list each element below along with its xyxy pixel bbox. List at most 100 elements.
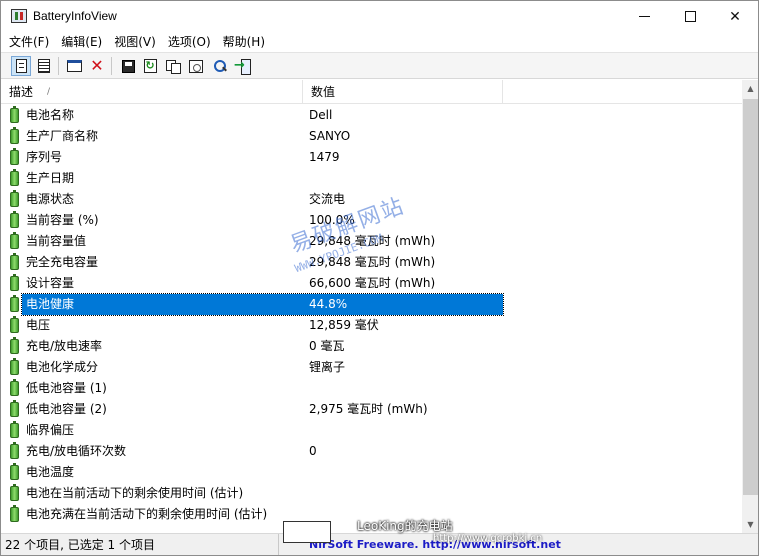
battery-icon xyxy=(10,442,19,459)
row-value: 1479 xyxy=(309,150,340,164)
scroll-down-icon[interactable]: ▼ xyxy=(742,516,758,533)
document-view-button[interactable] xyxy=(11,56,31,76)
battery-icon xyxy=(10,295,19,312)
list-row[interactable]: 电池在当前活动下的剩余使用时间 (估计) xyxy=(1,483,742,504)
battery-icon xyxy=(10,337,19,354)
list-row[interactable]: 电池名称 Dell xyxy=(1,105,742,126)
list-row[interactable]: 完全充电容量 29,848 毫瓦时 (mWh) xyxy=(1,252,742,273)
list-row[interactable]: 低电池容量 (1) xyxy=(1,378,742,399)
row-description: 电池名称 xyxy=(26,108,75,122)
title-bar[interactable]: BatteryInfoView ✕ xyxy=(1,1,758,32)
row-description: 生产日期 xyxy=(26,171,75,185)
row-description: 电池化学成分 xyxy=(26,360,99,374)
list-row[interactable]: 充电/放电速率 0 毫瓦 xyxy=(1,336,742,357)
window-icon xyxy=(66,60,82,72)
close-icon: ✕ xyxy=(729,8,741,25)
scroll-thumb[interactable] xyxy=(743,99,758,495)
list-row[interactable]: 电池健康 44.8% xyxy=(1,293,742,316)
row-value: 44.8% xyxy=(309,297,348,311)
battery-icon xyxy=(10,463,19,480)
list-row[interactable]: 设计容量 66,600 毫瓦时 (mWh) xyxy=(1,273,742,294)
list-row[interactable]: 电池温度 xyxy=(1,462,742,483)
column-header-value[interactable]: 数值 xyxy=(303,80,503,104)
row-description: 生产厂商名称 xyxy=(26,129,99,143)
overlay-watermark-text: LeoKing的充电站 xyxy=(357,519,453,533)
properties-button[interactable] xyxy=(186,56,206,76)
maximize-icon xyxy=(684,11,696,22)
row-value: 12,859 毫伏 xyxy=(309,318,379,332)
list-header: 描述 / 数值 xyxy=(1,80,742,104)
minimize-button[interactable] xyxy=(621,1,667,32)
delete-button[interactable]: ✕ xyxy=(87,56,107,76)
minimize-icon xyxy=(638,16,650,17)
row-value: Dell xyxy=(309,108,333,122)
row-description: 当前容量值 xyxy=(26,234,87,248)
selection-highlight xyxy=(21,293,504,316)
column-header-description[interactable]: 描述 / xyxy=(1,80,303,104)
save-button[interactable] xyxy=(118,56,138,76)
battery-icon xyxy=(10,169,19,186)
battery-icon xyxy=(10,190,19,207)
vertical-scrollbar[interactable]: ▲ ▼ xyxy=(742,80,758,533)
menu-edit[interactable]: 编辑(E) xyxy=(55,32,108,52)
row-description: 电池在当前活动下的剩余使用时间 (估计) xyxy=(26,486,244,500)
refresh-icon: ↻ xyxy=(143,59,157,73)
row-description: 电压 xyxy=(26,318,51,332)
toolbar-separator xyxy=(58,57,59,75)
list-row[interactable]: 序列号 1479 xyxy=(1,147,742,168)
grid-view-icon xyxy=(38,59,50,73)
window-button[interactable] xyxy=(64,56,84,76)
battery-icon xyxy=(10,421,19,438)
find-button[interactable] xyxy=(210,56,230,76)
menu-bar: 文件(F) 编辑(E) 视图(V) 选项(O) 帮助(H) xyxy=(1,32,758,52)
row-description: 完全充电容量 xyxy=(26,255,99,269)
maximize-button[interactable] xyxy=(667,1,713,32)
menu-options[interactable]: 选项(O) xyxy=(162,32,217,52)
column-label-value: 数值 xyxy=(311,85,336,99)
row-value: 66,600 毫瓦时 (mWh) xyxy=(309,276,436,290)
list-row[interactable]: 生产厂商名称 SANYO xyxy=(1,126,742,147)
row-description: 低电池容量 (1) xyxy=(26,381,107,395)
refresh-button[interactable]: ↻ xyxy=(140,56,160,76)
exit-icon xyxy=(234,58,251,75)
row-description: 电池充满在当前活动下的剩余使用时间 (估计) xyxy=(26,507,268,521)
battery-icon xyxy=(10,400,19,417)
row-value: 0 毫瓦 xyxy=(309,339,345,353)
save-icon xyxy=(121,59,135,73)
toolbar-separator xyxy=(111,57,112,75)
app-window: BatteryInfoView ✕ 文件(F) 编辑(E) 视图(V) 选项(O… xyxy=(0,0,759,556)
menu-view[interactable]: 视图(V) xyxy=(108,32,162,52)
list-row[interactable]: 电池化学成分 锂离子 xyxy=(1,357,742,378)
battery-icon xyxy=(10,211,19,228)
row-description: 当前容量 (%) xyxy=(26,213,99,227)
scroll-up-icon[interactable]: ▲ xyxy=(742,80,758,97)
sort-indicator-icon: / xyxy=(47,87,51,97)
exit-button[interactable] xyxy=(233,56,253,76)
row-description: 充电/放电速率 xyxy=(26,339,103,353)
battery-info-list: 电池名称 Dell 生产厂商名称 SANYO 序列号 1479 生产日期 电源状态 交流电 当前容… xyxy=(1,105,742,533)
row-value: 2,975 毫瓦时 (mWh) xyxy=(309,402,428,416)
copy-icon xyxy=(166,59,181,74)
battery-icon xyxy=(10,316,19,333)
list-row[interactable]: 电压 12,859 毫伏 xyxy=(1,315,742,336)
battery-icon xyxy=(10,484,19,501)
menu-help[interactable]: 帮助(H) xyxy=(217,32,271,52)
row-description: 电池健康 xyxy=(26,297,75,311)
list-row[interactable]: 临界偏压 xyxy=(1,420,742,441)
status-bar: 22 个项目, 已选定 1 个项目 NirSoft Freeware. http… xyxy=(1,533,758,555)
list-row[interactable]: 充电/放电循环次数 0 xyxy=(1,441,742,462)
close-button[interactable]: ✕ xyxy=(712,1,758,32)
row-description: 临界偏压 xyxy=(26,423,75,437)
grid-view-button[interactable] xyxy=(34,56,54,76)
properties-icon xyxy=(189,59,203,73)
row-description: 充电/放电循环次数 xyxy=(26,444,127,458)
list-row[interactable]: 生产日期 xyxy=(1,168,742,189)
row-description: 电池温度 xyxy=(26,465,75,479)
row-description: 电源状态 xyxy=(26,192,75,206)
menu-file[interactable]: 文件(F) xyxy=(3,32,55,52)
copy-button[interactable] xyxy=(163,56,183,76)
list-row[interactable]: 低电池容量 (2) 2,975 毫瓦时 (mWh) xyxy=(1,399,742,420)
document-view-icon xyxy=(15,59,27,73)
status-item-count: 22 个项目, 已选定 1 个项目 xyxy=(5,534,279,555)
row-value: 0 xyxy=(309,444,317,458)
